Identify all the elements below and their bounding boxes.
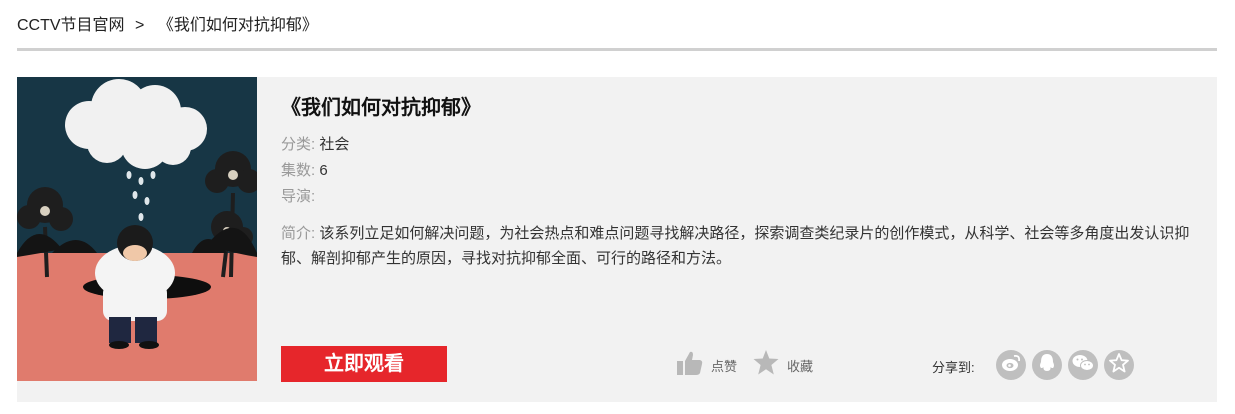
like-label: 点赞: [711, 358, 738, 374]
program-poster[interactable]: [17, 77, 257, 381]
program-card: 《我们如何对抗抑郁》 分类: 社会 集数: 6 导演: 简介: 该系列立足如何解…: [17, 77, 1217, 402]
episodes-row: 集数: 6: [281, 159, 328, 180]
category-label: 分类:: [281, 136, 316, 153]
qzone-icon: [1109, 352, 1129, 378]
watch-now-button[interactable]: 立即观看: [281, 346, 447, 382]
weibo-icon: [1001, 354, 1021, 377]
header-divider: [17, 48, 1217, 51]
thumbs-up-icon: [677, 351, 703, 380]
intro-label: 简介:: [281, 225, 316, 242]
breadcrumb-separator: >: [135, 17, 145, 34]
director-row: 导演:: [281, 185, 315, 206]
share-qzone-button[interactable]: [1104, 350, 1134, 380]
category-row: 分类: 社会: [281, 133, 349, 154]
episodes-value: 6: [319, 162, 328, 179]
breadcrumb-current: 《我们如何对抗抑郁》: [157, 17, 318, 34]
share-label: 分享到:: [932, 360, 975, 375]
category-value: 社会: [319, 136, 350, 153]
share-weibo-button[interactable]: [996, 350, 1026, 380]
like-button[interactable]: 点赞: [677, 351, 737, 379]
program-info: 《我们如何对抗抑郁》 分类: 社会 集数: 6 导演: 简介: 该系列立足如何解…: [281, 77, 1201, 402]
episodes-label: 集数:: [281, 162, 316, 179]
breadcrumb: CCTV节目官网 > 《我们如何对抗抑郁》: [17, 11, 318, 35]
program-intro: 简介: 该系列立足如何解决问题，为社会热点和难点问题寻找解决路径，探索调查类纪录…: [281, 221, 1196, 271]
share-wechat-button[interactable]: [1068, 350, 1098, 380]
star-icon: [753, 350, 779, 380]
wechat-icon: [1072, 354, 1094, 377]
breadcrumb-home-link[interactable]: CCTV节目官网: [17, 17, 125, 34]
share-qq-button[interactable]: [1032, 350, 1062, 380]
intro-text: 该系列立足如何解决问题，为社会热点和难点问题寻找解决路径，探索调查类纪录片的创作…: [281, 225, 1190, 267]
director-label: 导演:: [281, 188, 316, 205]
program-title: 《我们如何对抗抑郁》: [281, 97, 481, 119]
qq-icon: [1038, 353, 1056, 378]
favorite-button[interactable]: 收藏: [753, 350, 814, 380]
favorite-label: 收藏: [787, 358, 814, 374]
